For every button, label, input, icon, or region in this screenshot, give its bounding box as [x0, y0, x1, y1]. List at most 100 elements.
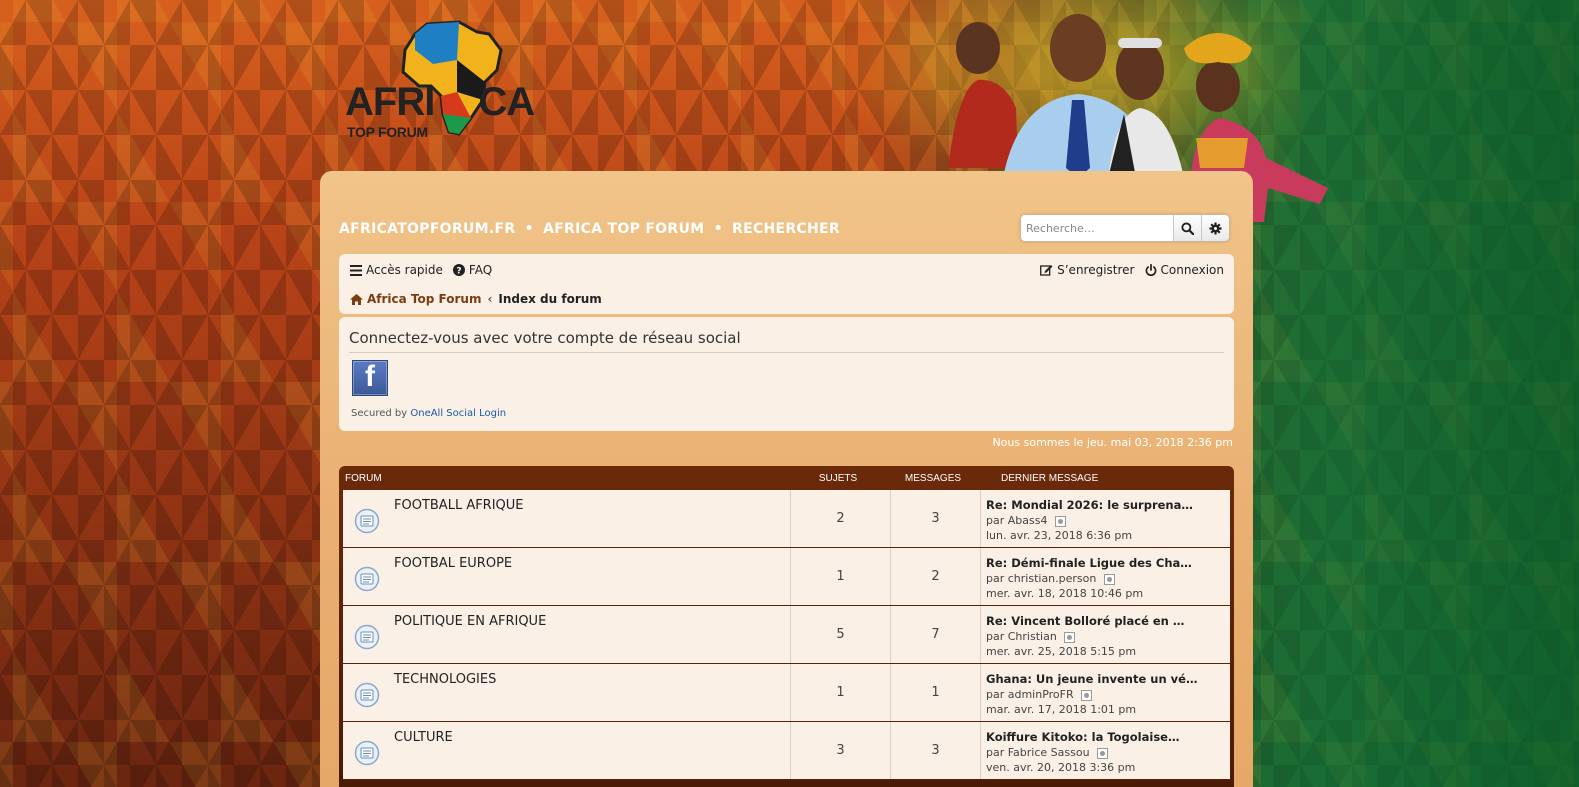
last-post-title-link[interactable]: Re: Mondial 2026: le surprena…	[986, 498, 1230, 513]
site-logo[interactable]: AFRI CA TOP FORUM	[345, 20, 535, 140]
forum-read-icon	[354, 624, 380, 650]
header-forum: FORUM	[345, 472, 382, 484]
quick-access-menu[interactable]: Accès rapide	[350, 263, 443, 277]
sitebar-separator: •	[524, 221, 534, 237]
forum-table: FORUM SUJETS MESSAGES DERNIER MESSAGE FO…	[339, 466, 1234, 787]
topics-count: 1	[791, 664, 891, 721]
last-post-author[interactable]: par Christian	[986, 630, 1057, 643]
last-post-author[interactable]: par Fabrice Sassou	[986, 746, 1090, 759]
last-post-date: mer. avr. 18, 2018 10:46 pm	[986, 587, 1144, 600]
last-post: Re: Mondial 2026: le surprena… par Abass…	[981, 490, 1230, 547]
last-post: Re: Vincent Bolloré placé en … par Chris…	[981, 606, 1230, 663]
oneall-link[interactable]: OneAll Social Login	[410, 408, 506, 419]
last-post-date: mer. avr. 25, 2018 5:15 pm	[986, 645, 1137, 658]
breadcrumb-home-label: Africa Top Forum	[367, 292, 482, 306]
facebook-login-button[interactable]: f	[352, 360, 388, 396]
header-messages: MESSAGES	[904, 472, 962, 484]
table-row: FOOTBALL AFRIQUE 2 3 Re: Mondial 2026: l…	[343, 490, 1230, 548]
register-link[interactable]: S’enregistrer	[1040, 263, 1135, 277]
faq-label: FAQ	[468, 263, 493, 277]
last-post: Ghana: Un jeune invente un vé… par admin…	[981, 664, 1230, 721]
topics-count: 3	[791, 722, 891, 779]
search-box	[1021, 215, 1229, 241]
question-circle-icon: ?	[452, 264, 465, 277]
topics-count: 2	[791, 490, 891, 547]
last-post: Koiffure Kitoko: la Togolaise… par Fabri…	[981, 722, 1230, 779]
posts-count: 3	[891, 490, 981, 547]
faq-link[interactable]: ? FAQ	[452, 263, 493, 277]
sitebar-link-africa-top-forum[interactable]: AFRICA TOP FORUM	[543, 221, 704, 237]
table-row: FOOTBAL EUROPE 1 2 Re: Démi-finale Ligue…	[343, 548, 1230, 606]
register-label: S’enregistrer	[1057, 263, 1135, 277]
view-latest-post-icon[interactable]	[1064, 631, 1076, 643]
login-link[interactable]: Connexion	[1145, 263, 1225, 277]
topics-count: 1	[791, 548, 891, 605]
home-icon	[350, 293, 363, 305]
forum-rows: FOOTBALL AFRIQUE 2 3 Re: Mondial 2026: l…	[343, 490, 1230, 780]
forum-name-link[interactable]: POLITIQUE EN AFRIQUE	[394, 614, 546, 629]
view-latest-post-icon[interactable]	[1054, 515, 1066, 527]
forum-read-icon	[354, 740, 380, 766]
navbar: Accès rapide ? FAQ S’enregistrer Connexi…	[339, 254, 1234, 314]
social-login-title: Connectez-vous avec votre compte de rése…	[349, 329, 741, 347]
advanced-search-button[interactable]	[1201, 215, 1229, 241]
posts-count: 1	[891, 664, 981, 721]
topics-count: 5	[791, 606, 891, 663]
logo-subtitle: TOP FORUM	[347, 124, 428, 140]
forum-name-link[interactable]: FOOTBALL AFRIQUE	[394, 498, 524, 513]
table-row: TECHNOLOGIES 1 1 Ghana: Un jeune invente…	[343, 664, 1230, 722]
forum-name-link[interactable]: FOOTBAL EUROPE	[394, 556, 512, 571]
edit-icon	[1040, 265, 1053, 276]
breadcrumb-current[interactable]: Index du forum	[498, 292, 601, 306]
site-header-links: AFRICATOPFORUM.FR • AFRICA TOP FORUM • R…	[339, 221, 844, 237]
last-post-title-link[interactable]: Ghana: Un jeune invente un vé…	[986, 672, 1230, 687]
view-latest-post-icon[interactable]	[1081, 689, 1093, 701]
svg-text:?: ?	[456, 267, 461, 277]
table-row: POLITIQUE EN AFRIQUE 5 7 Re: Vincent Bol…	[343, 606, 1230, 664]
last-post-date: ven. avr. 20, 2018 3:36 pm	[986, 761, 1136, 774]
view-latest-post-icon[interactable]	[1103, 573, 1115, 585]
header-last-message: DERNIER MESSAGE	[1001, 472, 1099, 484]
last-post-author[interactable]: par adminProFR	[986, 688, 1074, 701]
posts-count: 3	[891, 722, 981, 779]
breadcrumb-home[interactable]: Africa Top Forum	[350, 292, 481, 306]
sitebar-link-rechercher[interactable]: RECHERCHER	[732, 221, 840, 237]
secured-by-text: Secured by OneAll Social Login	[351, 408, 507, 419]
gear-icon	[1209, 221, 1222, 235]
last-post-author[interactable]: par christian.person	[986, 572, 1096, 585]
sitebar-link-africatopforum[interactable]: AFRICATOPFORUM.FR	[339, 221, 515, 237]
table-row: CULTURE 3 3 Koiffure Kitoko: la Togolais…	[343, 722, 1230, 780]
forum-read-icon	[354, 682, 380, 708]
logo-wordmark: AFRI CA	[345, 80, 535, 124]
search-input[interactable]	[1021, 215, 1173, 241]
view-latest-post-icon[interactable]	[1097, 747, 1109, 759]
last-post-title-link[interactable]: Koiffure Kitoko: la Togolaise…	[986, 730, 1230, 745]
last-post-date: lun. avr. 23, 2018 6:36 pm	[986, 529, 1133, 542]
forum-read-icon	[354, 508, 380, 534]
hamburger-icon	[350, 264, 362, 276]
search-icon	[1181, 221, 1194, 235]
login-label: Connexion	[1160, 263, 1225, 277]
forum-table-header: FORUM SUJETS MESSAGES DERNIER MESSAGE	[343, 466, 1230, 490]
facebook-icon: f	[365, 360, 375, 393]
divider	[349, 352, 1224, 353]
posts-count: 7	[891, 606, 981, 663]
last-post-date: mar. avr. 17, 2018 1:01 pm	[986, 703, 1137, 716]
sitebar-separator: •	[713, 221, 723, 237]
breadcrumb: Africa Top Forum ‹ Index du forum	[350, 292, 602, 306]
last-post: Re: Démi-finale Ligue des Cha… par chris…	[981, 548, 1230, 605]
main-panel: AFRICATOPFORUM.FR • AFRICA TOP FORUM • R…	[320, 171, 1253, 787]
power-icon	[1145, 264, 1156, 276]
search-button[interactable]	[1173, 215, 1201, 241]
last-post-title-link[interactable]: Re: Démi-finale Ligue des Cha…	[986, 556, 1230, 571]
header-sujets: SUJETS	[818, 472, 858, 484]
current-date: Nous sommes le jeu. mai 03, 2018 2:36 pm	[992, 436, 1233, 449]
breadcrumb-separator: ‹	[487, 292, 493, 306]
forum-name-link[interactable]: TECHNOLOGIES	[394, 672, 496, 687]
social-login-panel: Connectez-vous avec votre compte de rése…	[339, 317, 1234, 431]
forum-name-link[interactable]: CULTURE	[394, 730, 453, 745]
forum-read-icon	[354, 566, 380, 592]
last-post-title-link[interactable]: Re: Vincent Bolloré placé en …	[986, 614, 1230, 629]
last-post-author[interactable]: par Abass4	[986, 514, 1047, 527]
quick-access-label: Accès rapide	[366, 263, 443, 277]
